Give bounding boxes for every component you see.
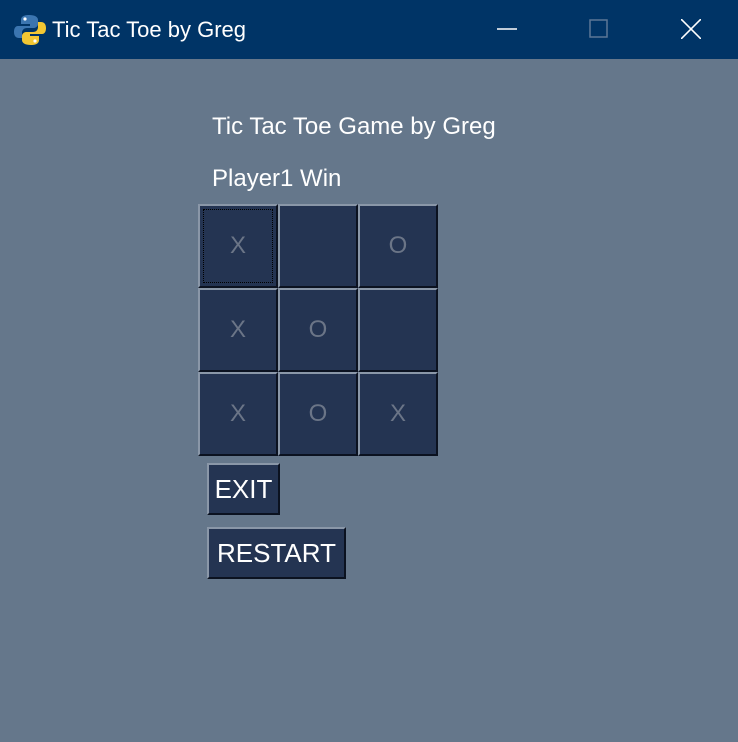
close-icon: [681, 19, 701, 39]
game-heading: Tic Tac Toe Game by Greg: [212, 113, 496, 140]
cell-r2c2[interactable]: X: [358, 372, 438, 456]
python-logo-icon: [13, 13, 47, 47]
minimize-button[interactable]: [461, 0, 553, 59]
maximize-icon: [589, 19, 608, 38]
exit-button[interactable]: EXIT: [207, 463, 280, 515]
restart-button[interactable]: RESTART: [207, 527, 346, 579]
window-title: Tic Tac Toe by Greg: [52, 17, 247, 42]
cell-r1c0[interactable]: X: [198, 288, 278, 372]
cell-r2c0[interactable]: X: [198, 372, 278, 456]
close-button[interactable]: [645, 0, 737, 59]
cell-r0c2[interactable]: O: [358, 204, 438, 288]
cell-r0c1[interactable]: [278, 204, 358, 288]
cell-r1c2[interactable]: [358, 288, 438, 372]
cell-r2c1[interactable]: O: [278, 372, 358, 456]
game-status: Player1 Win: [212, 165, 342, 192]
cell-r1c1[interactable]: O: [278, 288, 358, 372]
cell-r0c0[interactable]: X: [198, 204, 278, 288]
maximize-button[interactable]: [553, 0, 645, 59]
title-bar[interactable]: Tic Tac Toe by Greg: [0, 0, 738, 59]
game-board: X O X O X O X: [198, 204, 438, 456]
minimize-icon: [497, 28, 517, 30]
